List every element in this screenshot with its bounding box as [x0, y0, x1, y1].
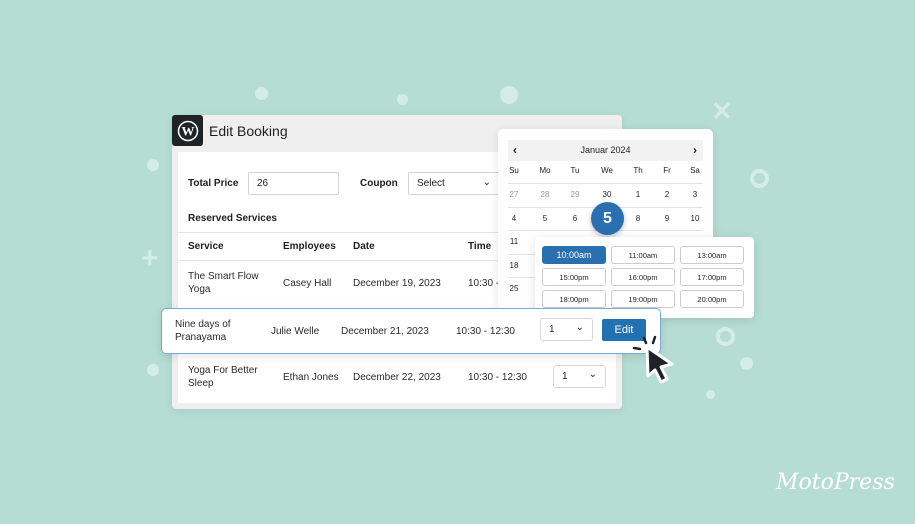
decor-ring [716, 327, 735, 346]
decor-plus-icon: + [141, 242, 159, 275]
weekday-label: Mo [539, 166, 551, 175]
calendar-day[interactable]: 30 [595, 190, 619, 199]
time-slot-button[interactable]: 15:00pm [542, 268, 606, 286]
table-row-time: 10:30 - 12:30 [468, 372, 527, 383]
time-slot-button[interactable]: 17:00pm [680, 268, 744, 286]
next-month-button[interactable]: › [693, 143, 697, 157]
quantity-select[interactable]: 1 ⌄ [553, 365, 606, 388]
time-slot-button[interactable]: 10:00am [542, 246, 606, 264]
cursor-click-icon [632, 335, 674, 384]
motopress-logo: MotoPress [776, 470, 895, 495]
col-employees: Employees [283, 241, 336, 252]
time-slot-button[interactable]: 19:00pm [611, 290, 675, 308]
table-row-service: Nine days of Pranayama [175, 319, 231, 343]
svg-text:W: W [181, 123, 194, 138]
col-time: Time [468, 241, 492, 252]
coupon-value: Select [417, 178, 445, 189]
calendar-month: Januar 2024 [580, 145, 631, 155]
calendar-day[interactable]: 2 [655, 190, 679, 199]
decor-x-icon: ✕ [711, 96, 733, 126]
calendar-day[interactable]: 11 [502, 237, 526, 246]
calendar-day[interactable]: 1 [626, 190, 650, 199]
time-slot-button[interactable]: 20:00pm [680, 290, 744, 308]
calendar-day[interactable]: 4 [502, 214, 526, 223]
selected-day[interactable]: 5 [591, 202, 624, 235]
decor-dot [740, 357, 753, 370]
table-row-time: 10:30 - 12:30 [456, 326, 515, 337]
calendar-day[interactable]: 9 [655, 214, 679, 223]
decor-dot [706, 390, 715, 399]
weekday-label: Su [509, 166, 519, 175]
table-row-time: 10:30 - 12:30 [468, 278, 498, 289]
table-row-employee: Ethan Jones [283, 372, 339, 383]
weekday-label: Th [633, 166, 643, 175]
calendar-day[interactable]: 27 [502, 190, 526, 199]
time-slot-button[interactable]: 11:00am [611, 246, 675, 264]
section-title: Reserved Services [188, 213, 277, 224]
table-row-service: Yoga For Better Sleep [188, 365, 258, 389]
table-row-date: December 21, 2023 [341, 326, 429, 337]
window-title: Edit Booking [209, 123, 288, 139]
time-slot-button[interactable]: 18:00pm [542, 290, 606, 308]
chevron-down-icon: ⌄ [482, 177, 491, 188]
time-slot-button[interactable]: 13:00am [680, 246, 744, 264]
calendar-day[interactable]: 29 [563, 190, 587, 199]
decor-ring [750, 169, 769, 188]
total-price-label: Total Price [188, 178, 239, 189]
weekday-label: We [601, 166, 613, 175]
coupon-select[interactable]: Select ⌄ [408, 172, 500, 195]
calendar-header: ‹ Januar 2024 › [508, 140, 703, 161]
weekday-label: Fr [663, 166, 671, 175]
calendar-day[interactable]: 5 [533, 214, 557, 223]
calendar-day[interactable]: 28 [533, 190, 557, 199]
table-row-date: December 22, 2023 [353, 372, 441, 383]
calendar-day[interactable]: 18 [502, 261, 526, 270]
decor-dot [397, 94, 408, 105]
calendar-day[interactable]: 6 [563, 214, 587, 223]
decor-dot [500, 86, 518, 104]
chevron-down-icon: ⌄ [588, 369, 597, 380]
calendar-day[interactable]: 3 [683, 190, 707, 199]
weekday-label: Tu [570, 166, 580, 175]
table-row-service: The Smart Flow Yoga [188, 271, 259, 295]
time-slot-button[interactable]: 16:00pm [611, 268, 675, 286]
chevron-down-icon: ⌄ [575, 322, 584, 333]
wordpress-logo-icon: W [172, 115, 203, 146]
total-price-input[interactable]: 26 [248, 172, 339, 195]
col-date: Date [353, 241, 375, 252]
calendar-day[interactable]: 8 [626, 214, 650, 223]
table-row-date: December 19, 2023 [353, 278, 441, 289]
col-service: Service [188, 241, 224, 252]
decor-dot [255, 87, 268, 100]
calendar-day[interactable]: 10 [683, 214, 707, 223]
decor-dot [147, 364, 159, 376]
weekday-label: Sa [690, 166, 700, 175]
quantity-select[interactable]: 1 ⌄ [540, 318, 593, 341]
calendar-day[interactable]: 25 [502, 284, 526, 293]
coupon-label: Coupon [360, 178, 398, 189]
decor-dot [147, 159, 159, 171]
table-row-employee: Casey Hall [283, 278, 332, 289]
table-row-employee: Julie Welle [271, 326, 320, 337]
